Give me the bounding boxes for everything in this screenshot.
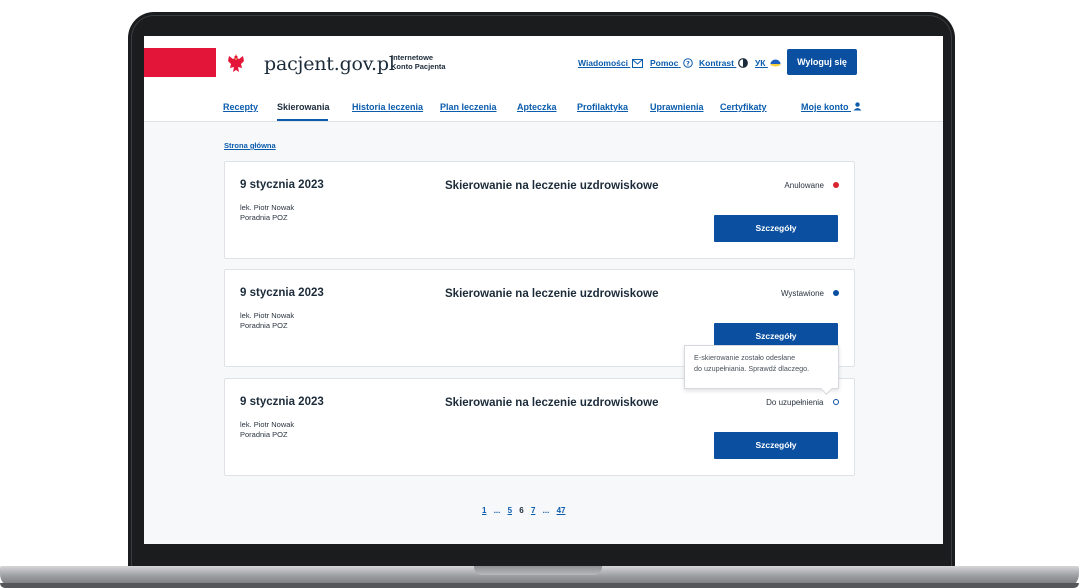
nav-profilaktyka[interactable]: Profilaktyka [577,102,628,112]
page-link-1[interactable]: 1 [482,506,486,515]
svg-text:?: ? [686,59,690,67]
contrast-link[interactable]: Kontrast [699,58,749,68]
nav-moje-konto[interactable]: Moje konto [801,102,862,112]
language-link[interactable]: УК [755,58,781,68]
nav-plan-leczenia[interactable]: Plan leczenia [440,102,497,112]
main-nav: Recepty Skierowania Historia leczenia Pl… [144,92,943,122]
card-doctor: lek. Piotr Nowak [240,420,295,429]
flag-stripe [144,48,216,77]
card-title: Skierowanie na leczenie uzdrowiskowe [445,180,659,192]
status-dot-outline-icon[interactable] [832,398,839,405]
nav-certyfikaty[interactable]: Certyfikaty [720,102,767,112]
eagle-emblem-icon [228,54,244,72]
card-date: 9 stycznia 2023 [240,179,324,191]
logout-button[interactable]: Wyloguj się [787,49,857,75]
referral-card: 9 stycznia 2023 lek. Piotr Nowak Poradni… [224,378,855,476]
card-clinic: Poradnia POZ [240,321,288,330]
status-label: Wystawione [780,289,824,298]
user-icon [853,102,862,111]
referral-card: 9 stycznia 2023 lek. Piotr Nowak Poradni… [224,161,855,259]
details-button[interactable]: Szczegóły [714,215,838,242]
status-label: Do uzupełnienia [766,398,824,407]
messages-label: Wiadomości [578,58,628,68]
page-current: 6 [519,506,524,515]
card-clinic: Poradnia POZ [240,213,288,222]
breadcrumb-home[interactable]: Strona główna [224,141,276,150]
language-label: УК [755,58,766,68]
nav-recepty[interactable]: Recepty [223,102,258,112]
pagination-ellipsis: ... [493,506,501,515]
nav-skierowania[interactable]: Skierowania [277,102,330,112]
card-date: 9 stycznia 2023 [240,396,324,408]
card-title: Skierowanie na leczenie uzdrowiskowe [445,397,659,409]
card-doctor: lek. Piotr Nowak [240,203,295,212]
card-title: Skierowanie na leczenie uzdrowiskowe [445,288,659,300]
nav-apteczka[interactable]: Apteczka [517,102,557,112]
card-doctor-info: lek. Piotr Nowak Poradnia POZ [240,311,294,331]
laptop-notch [474,566,602,575]
card-doctor-info: lek. Piotr Nowak Poradnia POZ [240,420,294,440]
pagination-ellipsis: ... [542,506,550,515]
active-tab-indicator [277,119,328,121]
card-doctor: lek. Piotr Nowak [240,311,295,320]
moje-konto-label: Moje konto [801,102,849,112]
help-label: Pomoc [650,58,679,68]
contrast-icon [738,58,749,68]
page-link-47[interactable]: 47 [557,506,566,515]
tooltip-line-1: E-skierowanie zostało odesłane [694,353,796,362]
status-badge: Do uzupełnienia [766,398,839,407]
nav-uprawnienia[interactable]: Uprawnienia [650,102,704,112]
status-label: Anulowane [784,181,824,190]
card-doctor-info: lek. Piotr Nowak Poradnia POZ [240,203,294,223]
contrast-label: Kontrast [699,58,734,68]
tooltip-line-2: do uzupełniania. Sprawdź dlaczego. [694,364,810,373]
status-badge: Anulowane [784,181,839,190]
envelope-icon [632,59,644,68]
status-badge: Wystawione [781,289,839,298]
help-link[interactable]: Pomoc ? [650,58,693,68]
details-button[interactable]: Szczegóły [714,432,838,459]
pagination: 1 ... 5 6 7 ... 47 [482,506,570,515]
ukraine-flag-icon [770,59,781,67]
card-clinic: Poradnia POZ [240,430,288,439]
site-subtitle: Internetowe Konto Pacjenta [391,53,446,71]
card-date: 9 stycznia 2023 [240,287,324,299]
help-circle-icon: ? [682,58,693,68]
status-tooltip: E-skierowanie zostało odesłane do uzupeł… [684,345,839,389]
screen: pacjent.gov.pl Internetowe Konto Pacjent… [144,36,943,544]
messages-link[interactable]: Wiadomości [578,58,644,68]
header: pacjent.gov.pl Internetowe Konto Pacjent… [144,36,943,93]
status-dot-icon [833,290,839,296]
nav-historia-leczenia[interactable]: Historia leczenia [352,102,423,112]
status-dot-icon [833,182,839,188]
page-link-7[interactable]: 7 [531,506,535,515]
site-name[interactable]: pacjent.gov.pl [264,53,395,75]
page-link-5[interactable]: 5 [508,506,512,515]
